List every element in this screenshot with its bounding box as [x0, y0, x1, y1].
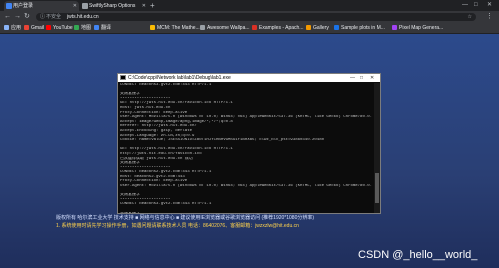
gmail-icon: [24, 25, 29, 30]
console-scrollbar[interactable]: [374, 83, 380, 213]
security-label: 不安全: [46, 14, 62, 20]
console-window[interactable]: C:\Code\cpp\Network lab\lab1\Debug\lab1.…: [117, 73, 381, 214]
scrollbar-thumb[interactable]: [375, 173, 379, 203]
close-window-button[interactable]: ✕: [487, 0, 492, 11]
footer-copyright: 版权所有 哈尔滨工业大学 技术支持 ■ 网络与信息中心 ■ 建议使用IE浏览器或…: [56, 215, 315, 221]
translate-icon: [94, 25, 99, 30]
pixel-map-icon: [392, 25, 397, 30]
youtube-icon: [46, 25, 51, 30]
console-minimize-button[interactable]: —: [350, 74, 355, 82]
bookmark-apps[interactable]: 应用: [4, 24, 21, 32]
back-button[interactable]: ←: [4, 11, 11, 23]
console-titlebar[interactable]: C:\Code\cpp\Network lab\lab1\Debug\lab1.…: [118, 74, 380, 82]
bookmark-pixel-map[interactable]: Pixel Map Genera...: [392, 24, 443, 32]
footer-notice: 1. 系统使用时请先学习操作手册，如遇问题请联系技术人员 电话：86402076…: [56, 223, 299, 229]
apache-icon: [252, 25, 257, 30]
tab-user-login[interactable]: 用户登录 ✕: [4, 1, 79, 11]
apps-icon: [4, 25, 9, 30]
bookmark-gmail[interactable]: Gmail: [24, 24, 44, 32]
info-icon[interactable]: ⓘ: [40, 13, 45, 21]
console-close-button[interactable]: ✕: [370, 74, 374, 82]
url-text[interactable]: jwts.hit.edu.cn: [67, 13, 99, 21]
bookmark-awesome-wallpapers[interactable]: Awesome Wallpa...: [200, 24, 250, 32]
console-line: User-Agent: Mozilla/5.0 (Windows NT 10.0…: [120, 184, 372, 189]
bookmark-maps[interactable]: 地图: [74, 24, 91, 32]
gallery-icon: [306, 25, 311, 30]
tab-title: 用户登录: [13, 3, 34, 9]
forward-button[interactable]: →: [14, 11, 21, 23]
console-output: CONNECT beacons3.gvt2.com:443 HTTP/1.1 关闭…: [120, 83, 372, 213]
extension-favicon-icon: [82, 3, 88, 9]
bookmark-gallery[interactable]: Gallery: [306, 24, 329, 32]
bookmark-translate[interactable]: 翻译: [94, 24, 111, 32]
bookmark-star-icon[interactable]: ☆: [468, 13, 472, 21]
bookmark-mcm[interactable]: MCM: The Mathe...: [150, 24, 200, 32]
console-title: C:\Code\cpp\Network lab\lab1\Debug\lab1.…: [128, 75, 231, 81]
omnibox[interactable]: ⓘ 不安全 jwts.hit.edu.cn ☆: [36, 13, 476, 21]
plots-icon: [334, 25, 339, 30]
tab-strip: 用户登录 ✕ SwiftlySharp Options ✕ + — □ ✕: [0, 0, 499, 11]
address-bar-row: ← → ↻ ⓘ 不安全 jwts.hit.edu.cn ☆ ⋮: [0, 11, 499, 23]
minimize-window-button[interactable]: —: [462, 0, 468, 11]
page-favicon-icon: [6, 3, 12, 9]
reload-button[interactable]: ↻: [24, 11, 30, 23]
bookmark-sample-plots[interactable]: Sample plots in M...: [334, 24, 385, 32]
close-tab-icon[interactable]: ✕: [142, 1, 146, 11]
bookmarks-bar: 应用 Gmail YouTube 地图 翻译 MCM: The Mathe...…: [0, 23, 499, 34]
csdn-watermark: CSDN @_hello__world_: [358, 249, 478, 261]
tab-title: SwiftlySharp Options: [89, 3, 136, 9]
maximize-window-button[interactable]: □: [474, 0, 478, 11]
close-tab-icon[interactable]: ✕: [73, 1, 77, 11]
bookmark-youtube[interactable]: YouTube: [46, 24, 73, 32]
maps-icon: [74, 25, 79, 30]
console-app-icon: [120, 75, 126, 80]
console-maximize-button[interactable]: □: [360, 74, 363, 82]
bookmark-examples-apache[interactable]: Examples - Apach...: [252, 24, 303, 32]
wallpaper-icon: [200, 25, 205, 30]
browser-menu-icon[interactable]: ⋮: [486, 11, 493, 23]
tab-swiftlysharp-options[interactable]: SwiftlySharp Options ✕: [80, 1, 148, 11]
new-tab-button[interactable]: +: [150, 0, 155, 11]
console-line: 关闭套接字: [120, 212, 372, 213]
mcm-icon: [150, 25, 155, 30]
